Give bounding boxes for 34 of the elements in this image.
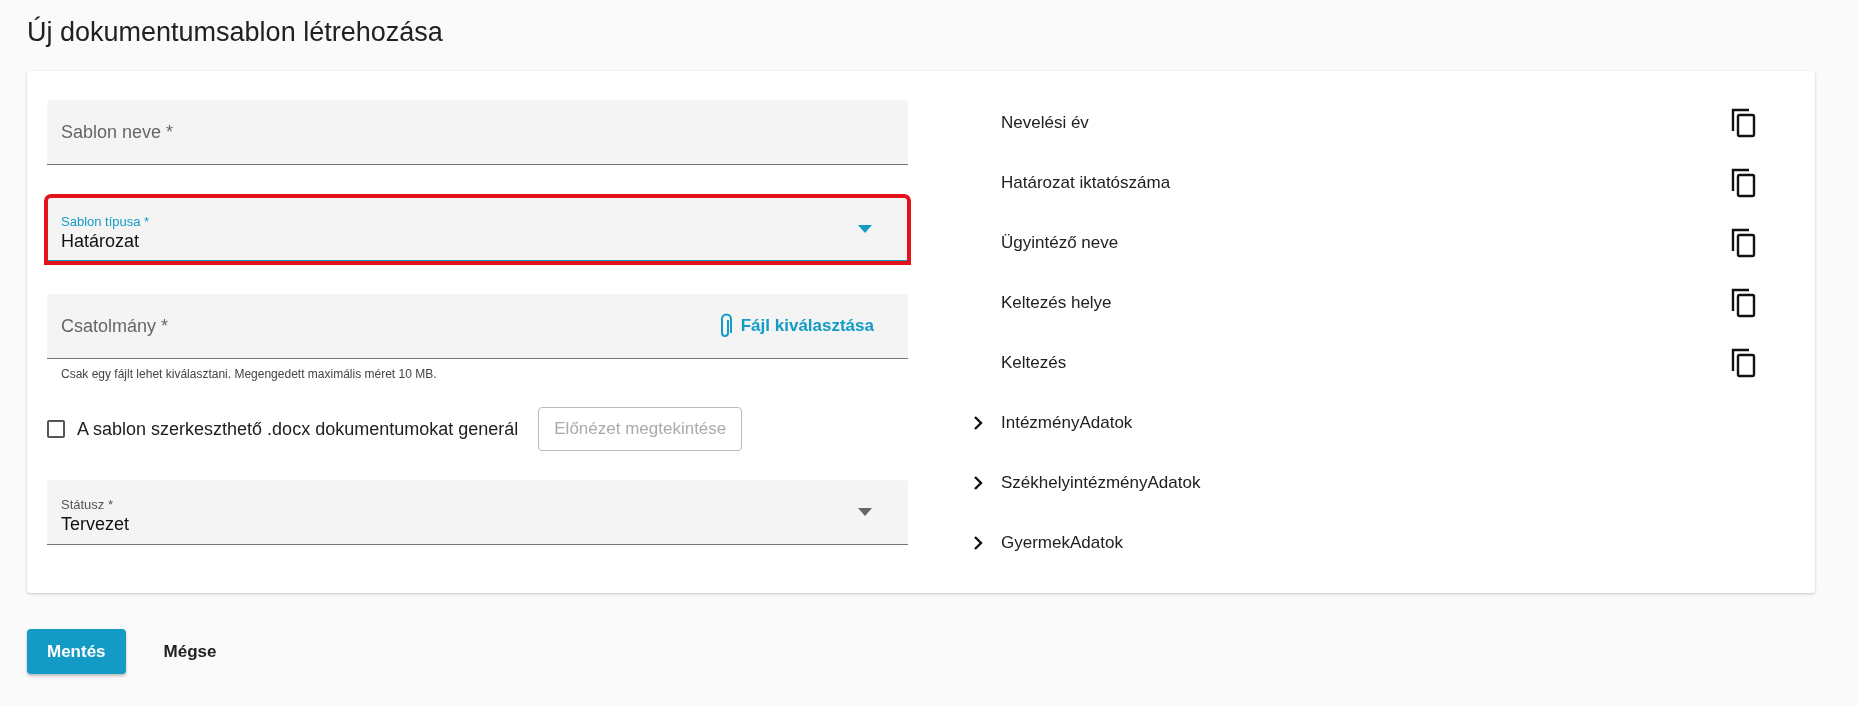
placeholder-label: Ügyintéző neve xyxy=(1001,233,1119,253)
tree-group-label[interactable]: GyermekAdatok xyxy=(1001,533,1123,553)
cancel-button[interactable]: Mégse xyxy=(145,629,235,674)
dropdown-caret-icon[interactable] xyxy=(858,508,872,516)
chevron-right-icon[interactable] xyxy=(973,416,983,430)
placeholder-label: Keltezés helye xyxy=(1001,293,1112,313)
checkbox-label: A sablon szerkeszthető .docx dokumentumokat generál xyxy=(77,418,519,440)
file-hint: Csak egy fájlt lehet kiválasztani. Megengedett maximális méret 10 MB. xyxy=(60,366,438,381)
select-field[interactable]: Státusz * Tervezet xyxy=(47,480,908,545)
copy-icon[interactable] xyxy=(1731,168,1757,198)
field-label: Sablon típusa * xyxy=(61,213,151,229)
select-field[interactable]: Sablon típusa * Határozat xyxy=(47,197,908,262)
copy-icon[interactable] xyxy=(1731,108,1757,138)
dropdown-caret-icon[interactable] xyxy=(858,224,872,233)
placeholder-label: Keltezés xyxy=(1001,353,1067,373)
text-field[interactable]: Sablon neve * xyxy=(47,100,908,165)
field-value: Határozat xyxy=(61,230,141,252)
paperclip-icon xyxy=(718,313,733,339)
placeholder-label: Nevelési év xyxy=(1001,113,1089,133)
page-title: Új dokumentumsablon létrehozása xyxy=(27,15,444,49)
field-placeholder: Csatolmány * xyxy=(61,315,170,337)
placeholder-label: Határozat iktatószáma xyxy=(1001,173,1171,193)
chevron-right-icon[interactable] xyxy=(973,476,983,490)
tree-group-label[interactable]: SzékhelyintézményAdatok xyxy=(1001,473,1201,493)
tree-group-label[interactable]: IntézményAdatok xyxy=(1001,413,1133,433)
chevron-right-icon[interactable] xyxy=(973,536,983,550)
copy-icon[interactable] xyxy=(1731,228,1757,258)
field-value: Tervezet xyxy=(61,514,131,535)
field-label: Státusz * xyxy=(61,497,115,512)
field-placeholder: Sablon neve * xyxy=(61,121,175,143)
copy-icon[interactable] xyxy=(1731,288,1757,318)
copy-icon[interactable] xyxy=(1731,348,1757,378)
checkbox[interactable] xyxy=(47,420,65,438)
file-field[interactable]: Csatolmány * Fájl kiválasztása xyxy=(47,294,908,359)
